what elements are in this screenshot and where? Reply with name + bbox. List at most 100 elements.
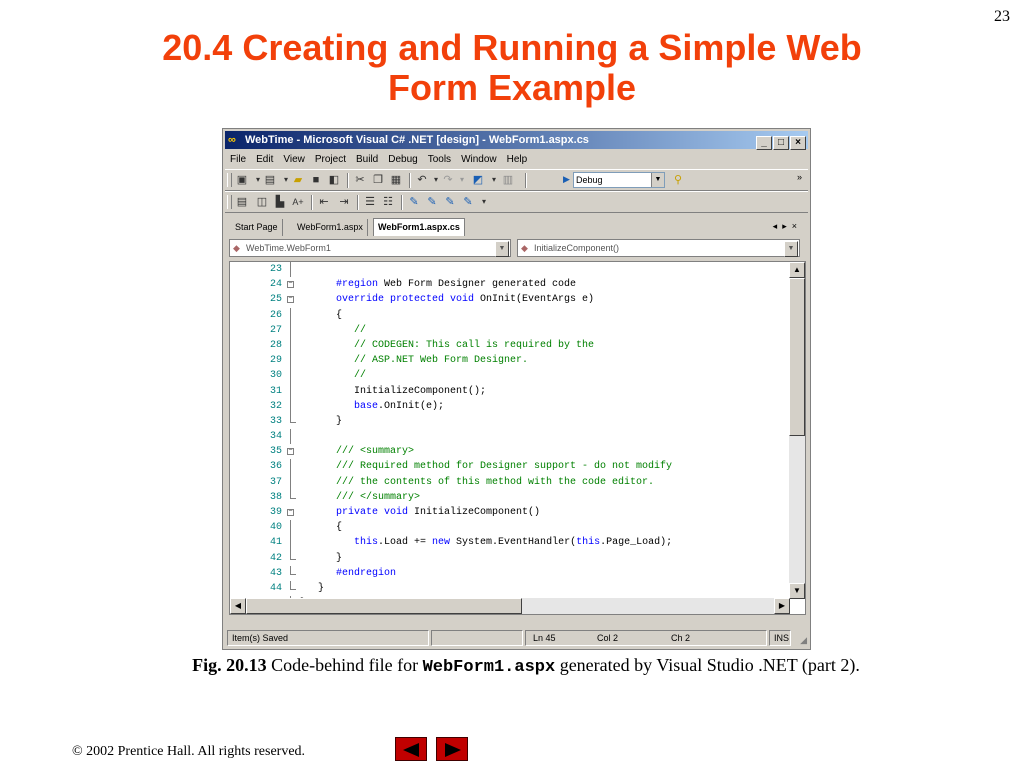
member-selector[interactable]: ◆ InitializeComponent() ▼ (517, 239, 800, 257)
bookmark-previous-icon[interactable]: ✎ (443, 195, 457, 209)
object-browser-icon[interactable]: ▤ (235, 195, 249, 209)
tab-scroll-left-icon[interactable]: ◂ (773, 221, 783, 231)
close-button[interactable]: × (790, 136, 806, 150)
member-list-icon[interactable]: ▙ (273, 195, 287, 209)
code-line[interactable]: 36 /// Required method for Designer supp… (230, 459, 790, 475)
code-line[interactable]: 32 base.OnInit(e); (230, 398, 790, 414)
menu-window[interactable]: Window (456, 151, 502, 169)
save-all-icon[interactable]: ◧ (327, 173, 341, 187)
code-line[interactable]: 34 (230, 429, 790, 445)
undo-icon[interactable]: ↶ (415, 173, 429, 187)
dropdown-arrow-icon[interactable]: ▾ (455, 173, 469, 187)
comment-lines-icon[interactable]: ☰ (363, 195, 377, 209)
dropdown-arrow-icon[interactable]: ▾ (477, 195, 491, 209)
uncomment-lines-icon[interactable]: ☷ (381, 195, 395, 209)
toolbar-overflow-icon[interactable]: » (797, 172, 802, 182)
code-line[interactable]: 24− #region Web Form Designer generated … (230, 277, 790, 292)
resize-grip-icon[interactable]: ◢ (800, 635, 807, 646)
collapse-icon[interactable]: − (287, 296, 294, 304)
class-selector[interactable]: ◆ WebTime.WebForm1 ▼ (229, 239, 511, 257)
code-line[interactable]: 41 this.Load += new System.EventHandler(… (230, 535, 790, 551)
code-line[interactable]: 35− /// <summary> (230, 444, 790, 459)
copy-icon[interactable]: ❐ (371, 173, 385, 187)
code-line[interactable]: 39− private void InitializeComponent() (230, 505, 790, 520)
open-folder-icon[interactable]: ▰ (291, 173, 305, 187)
outline-line-marker (290, 474, 291, 490)
vertical-scrollbar[interactable]: ▲ ▼ (789, 262, 805, 599)
toolbar-grip[interactable] (227, 195, 232, 209)
new-project-icon[interactable]: ▣ (235, 173, 249, 187)
next-slide-button[interactable] (436, 737, 468, 761)
minimize-button[interactable]: _ (756, 136, 772, 150)
toolbar-grip[interactable] (227, 173, 232, 187)
window-controls: _ □ × (755, 133, 806, 150)
code-line[interactable]: 40 { (230, 520, 790, 536)
navigate-forward-icon[interactable]: ▥ (501, 173, 515, 187)
code-line[interactable]: 43 #endregion (230, 565, 790, 581)
menu-build[interactable]: Build (351, 151, 383, 169)
code-line[interactable]: 38 /// </summary> (230, 489, 790, 505)
code-editor[interactable]: 23 24− #region Web Form Designer generate… (229, 261, 806, 615)
collapse-icon[interactable]: − (287, 509, 294, 516)
chevron-down-icon[interactable]: ▼ (495, 241, 509, 257)
code-line[interactable]: 29 // ASP.NET Web Form Designer. (230, 353, 790, 369)
paste-icon[interactable]: ▦ (389, 173, 403, 187)
tab-webform1-aspx-cs[interactable]: WebForm1.aspx.cs (373, 218, 465, 236)
tab-start-page[interactable]: Start Page (231, 219, 283, 236)
collapse-icon[interactable]: − (287, 448, 294, 456)
previous-slide-button[interactable] (395, 737, 427, 761)
find-in-files-icon[interactable]: ⚲ (671, 173, 685, 187)
window-titlebar[interactable]: ∞ WebTime - Microsoft Visual C# .NET [de… (225, 131, 808, 150)
tab-scroll-right-icon[interactable]: ▸ (782, 221, 792, 231)
code-line[interactable]: 23 (230, 262, 790, 278)
horizontal-scroll-thumb[interactable] (246, 598, 522, 614)
maximize-button[interactable]: □ (773, 136, 789, 150)
menu-file[interactable]: File (225, 151, 251, 169)
dropdown-arrow-icon[interactable]: ▾ (487, 173, 501, 187)
scroll-left-icon[interactable]: ◀ (230, 598, 246, 614)
code-line[interactable]: 25− override protected void OnInit(Event… (230, 292, 790, 307)
collapse-icon[interactable]: − (287, 281, 294, 289)
chevron-down-icon[interactable]: ▼ (784, 241, 798, 257)
close-tab-icon[interactable]: × (792, 221, 802, 231)
scroll-up-icon[interactable]: ▲ (789, 262, 805, 278)
indent-icon[interactable]: ⇥ (337, 195, 351, 209)
tab-webform1-aspx[interactable]: WebForm1.aspx (293, 219, 368, 236)
quick-info-icon[interactable]: A+ (291, 195, 305, 209)
horizontal-scrollbar[interactable]: ◀ ▶ (230, 598, 790, 614)
chevron-down-icon[interactable]: ▼ (651, 173, 664, 187)
class-view-icon[interactable]: ◫ (255, 195, 269, 209)
scroll-down-icon[interactable]: ▼ (789, 583, 805, 599)
scroll-right-icon[interactable]: ▶ (774, 598, 790, 614)
bookmark-next-icon[interactable]: ✎ (425, 195, 439, 209)
cut-icon[interactable]: ✂ (353, 173, 367, 187)
save-icon[interactable]: ■ (309, 173, 323, 187)
bookmark-clear-icon[interactable]: ✎ (461, 195, 475, 209)
bookmark-toggle-icon[interactable]: ✎ (407, 195, 421, 209)
code-line[interactable]: 26 { (230, 307, 790, 323)
code-line[interactable]: 28 // CODEGEN: This call is required by … (230, 337, 790, 354)
solution-configuration-select[interactable]: Debug ▼ (573, 172, 665, 188)
code-text: private void InitializeComponent() (300, 505, 540, 520)
menu-project[interactable]: Project (310, 151, 351, 169)
add-item-icon[interactable]: ▤ (263, 173, 277, 187)
code-line[interactable]: 44 } (230, 580, 790, 596)
redo-icon[interactable]: ↷ (441, 173, 455, 187)
keyword-token: base (300, 400, 379, 412)
code-line[interactable]: 30 // (230, 368, 790, 384)
menu-help[interactable]: Help (502, 151, 533, 169)
menu-debug[interactable]: Debug (383, 151, 422, 169)
navigate-back-icon[interactable]: ◩ (471, 173, 485, 187)
code-area[interactable]: 23 24− #region Web Form Designer generate… (230, 262, 790, 599)
code-line[interactable]: 31 InitializeComponent(); (230, 383, 790, 399)
code-line[interactable]: 27 // (230, 322, 790, 338)
code-line[interactable]: 42 } (230, 550, 790, 566)
vertical-scroll-thumb[interactable] (789, 278, 805, 436)
menu-tools[interactable]: Tools (423, 151, 456, 169)
code-line[interactable]: 33 } (230, 413, 790, 429)
menu-edit[interactable]: Edit (251, 151, 278, 169)
code-line[interactable]: 37 /// the contents of this method with … (230, 474, 790, 490)
outdent-icon[interactable]: ⇤ (317, 195, 331, 209)
start-icon[interactable]: ▶ (563, 174, 570, 185)
menu-view[interactable]: View (278, 151, 310, 169)
